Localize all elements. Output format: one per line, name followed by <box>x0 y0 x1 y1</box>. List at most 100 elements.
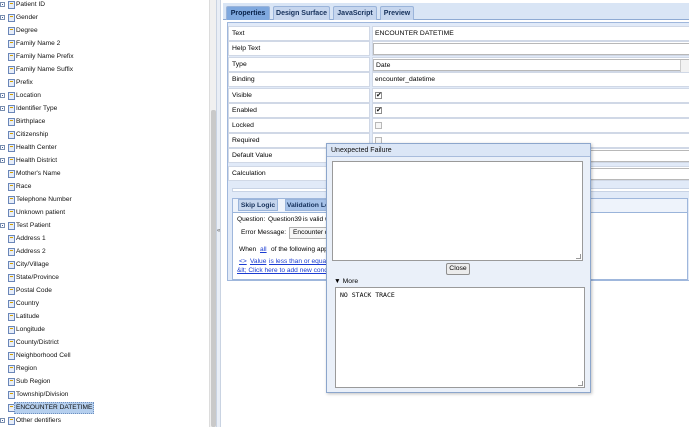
tree-item-label: Postal Code <box>16 287 52 294</box>
property-value[interactable] <box>372 41 689 56</box>
tree-item[interactable]: Gender <box>0 12 209 24</box>
tab-design-surface[interactable]: Design Surface <box>273 6 330 20</box>
tree-item[interactable]: Address 1 <box>0 233 209 245</box>
tree-item[interactable]: Family Name Prefix <box>0 51 209 63</box>
unexpected-failure-dialog: Unexpected Failure Close ▼ More NO STACK… <box>326 143 591 393</box>
dialog-title[interactable]: Unexpected Failure <box>327 144 590 157</box>
tree-item[interactable]: Family Name 2 <box>0 38 209 50</box>
tree-item[interactable]: Family Name Suffix <box>0 64 209 76</box>
expand-icon[interactable] <box>0 223 5 228</box>
expand-icon[interactable] <box>0 15 5 20</box>
tree-item-label: Birthplace <box>16 118 46 125</box>
expand-icon[interactable] <box>0 418 5 423</box>
tree-item[interactable]: Race <box>0 181 209 193</box>
property-input[interactable] <box>373 43 689 55</box>
tree-item[interactable]: Township/Division <box>0 389 209 401</box>
tree-item[interactable]: Prefix <box>0 77 209 89</box>
tree-item[interactable]: Unknown patient <box>0 207 209 219</box>
property-value[interactable]: ✔ <box>372 88 689 103</box>
tree-item[interactable]: Address 2 <box>0 246 209 258</box>
type-select[interactable]: Date <box>373 59 689 72</box>
splitter-arrow-icon[interactable]: « <box>217 228 220 234</box>
field-icon <box>8 391 15 399</box>
question-label: Question: <box>237 216 266 223</box>
property-checkbox[interactable]: ✔ <box>375 92 382 99</box>
field-icon <box>8 1 15 9</box>
question-value: Question39 <box>268 216 302 223</box>
tree-item[interactable]: Health District <box>0 155 209 167</box>
property-value-text[interactable]: encounter_datetime <box>375 73 435 86</box>
add-condition-link[interactable]: &lt; Click here to add new conditi <box>237 267 333 274</box>
tree-item[interactable]: Longitude <box>0 324 209 336</box>
expand-icon[interactable] <box>0 106 5 111</box>
tree-item-label: Country <box>16 300 40 307</box>
stack-trace-area[interactable]: NO STACK TRACE <box>335 287 585 388</box>
field-icon <box>8 196 15 204</box>
expand-icon[interactable] <box>0 145 5 150</box>
field-icon <box>8 183 15 191</box>
tree-item-label: Latitude <box>16 313 40 320</box>
tree-item[interactable]: Health Center <box>0 142 209 154</box>
close-button[interactable]: Close <box>446 263 470 275</box>
tree-item[interactable]: Patient ID <box>0 0 209 11</box>
tree-item[interactable]: Identifier Type <box>0 103 209 115</box>
tree-item[interactable]: Postal Code <box>0 285 209 297</box>
main-tabbar: Properties Design Surface JavaScript Pre… <box>223 3 689 20</box>
tab-javascript[interactable]: JavaScript <box>333 6 377 20</box>
tree-item[interactable]: Birthplace <box>0 116 209 128</box>
property-checkbox[interactable]: ✔ <box>375 107 382 114</box>
tree-item[interactable]: Country <box>0 298 209 310</box>
property-value[interactable]: ✔ <box>372 103 689 118</box>
tree-item[interactable]: Degree <box>0 25 209 37</box>
expand-icon[interactable] <box>0 158 5 163</box>
property-value[interactable] <box>372 118 689 133</box>
field-icon <box>8 105 15 113</box>
property-value[interactable]: encounter_datetime <box>372 72 689 87</box>
tree-item[interactable]: Location <box>0 90 209 102</box>
tab-preview[interactable]: Preview <box>380 6 414 20</box>
property-value-text[interactable]: ENCOUNTER DATETIME <box>375 27 454 40</box>
tree-item-label: Family Name Suffix <box>16 66 74 73</box>
tree-item-label: Address 2 <box>16 248 46 255</box>
when-suffix: of the following apply <box>271 246 333 253</box>
tree-scrollbar[interactable] <box>209 0 216 427</box>
property-label: Binding <box>228 72 370 87</box>
tree-item[interactable]: State/Province <box>0 272 209 284</box>
tree-item[interactable]: Other dentifiers <box>0 415 209 427</box>
tree-item[interactable]: ENCOUNTER DATETIME <box>0 402 209 414</box>
when-all-link[interactable]: all <box>260 246 267 253</box>
tree-item[interactable]: Mother's Name <box>0 168 209 180</box>
error-message-area[interactable] <box>332 161 583 261</box>
tree-item[interactable]: County/District <box>0 337 209 349</box>
resize-grip-icon[interactable] <box>576 254 581 259</box>
expand-icon[interactable] <box>0 2 5 7</box>
property-value[interactable]: ENCOUNTER DATETIME <box>372 26 689 41</box>
property-label: Text <box>228 26 370 41</box>
tab-properties[interactable]: Properties <box>226 6 270 20</box>
condition-operator-link[interactable]: <> <box>239 258 247 265</box>
resize-grip-icon[interactable] <box>578 381 583 386</box>
tree-item[interactable]: Telephone Number <box>0 194 209 206</box>
property-row: Help Text <box>228 41 689 56</box>
tree-item[interactable]: Neighborhood Cell <box>0 350 209 362</box>
more-toggle[interactable]: ▼ More <box>334 278 358 285</box>
tree-item-label: Family Name Prefix <box>16 53 74 60</box>
condition-operator-text[interactable]: is less than or equal t <box>269 258 331 265</box>
tree-item[interactable]: Latitude <box>0 311 209 323</box>
property-checkbox[interactable] <box>375 122 382 129</box>
property-value[interactable]: Date <box>372 57 689 72</box>
condition-value-link[interactable]: Value <box>250 258 266 265</box>
tree-item[interactable]: Citizenship <box>0 129 209 141</box>
tree-item[interactable]: Test Patient <box>0 220 209 232</box>
tree-item-label: City/Village <box>16 261 49 268</box>
tree-item-label: Mother's Name <box>16 170 61 177</box>
tree-item[interactable]: Region <box>0 363 209 375</box>
chevron-down-icon[interactable] <box>680 60 689 72</box>
field-icon <box>8 235 15 243</box>
tab-skip-logic[interactable]: Skip Logic <box>238 199 278 211</box>
tree-item[interactable]: City/Village <box>0 259 209 271</box>
expand-icon[interactable] <box>0 93 5 98</box>
field-icon <box>8 339 15 347</box>
tab-validation-logic[interactable]: Validation Lo <box>285 199 331 211</box>
tree-item[interactable]: Sub Region <box>0 376 209 388</box>
